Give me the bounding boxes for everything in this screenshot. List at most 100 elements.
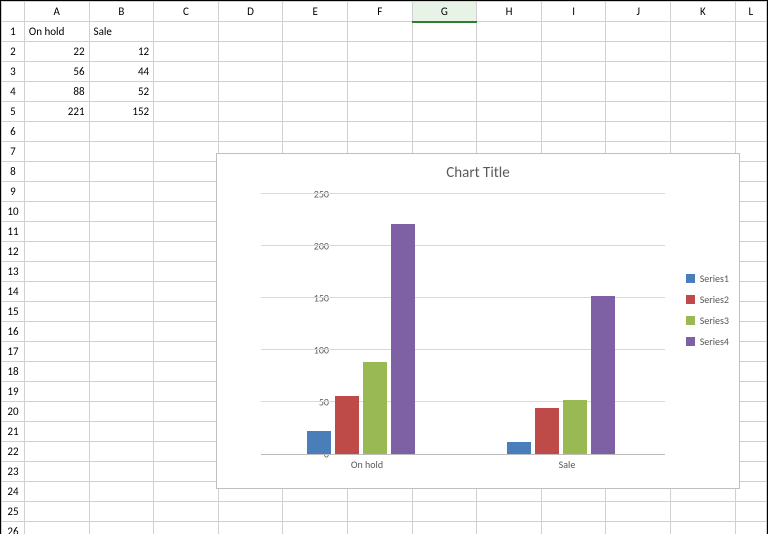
- cell-F6[interactable]: [347, 122, 412, 142]
- cell-A10[interactable]: [24, 202, 89, 222]
- cell-L6[interactable]: [735, 122, 766, 142]
- cell-E6[interactable]: [283, 122, 348, 142]
- legend-item-series1[interactable]: Series1: [686, 272, 729, 285]
- cell-L3[interactable]: [735, 62, 766, 82]
- cell-J26[interactable]: [606, 522, 671, 534]
- cell-H25[interactable]: [477, 502, 542, 522]
- bar-series4-sale[interactable]: [591, 296, 615, 454]
- cell-I4[interactable]: [541, 82, 606, 102]
- cell-B10[interactable]: [89, 202, 154, 222]
- cell-K1[interactable]: [671, 22, 736, 42]
- row-header-21[interactable]: 21: [2, 422, 25, 442]
- cell-H6[interactable]: [477, 122, 542, 142]
- cell-B9[interactable]: [89, 182, 154, 202]
- cell-J5[interactable]: [606, 102, 671, 122]
- cell-I3[interactable]: [541, 62, 606, 82]
- row-header-13[interactable]: 13: [2, 262, 25, 282]
- bar-series1-sale[interactable]: [507, 442, 531, 454]
- cell-H2[interactable]: [477, 42, 542, 62]
- cell-I26[interactable]: [541, 522, 606, 534]
- cell-A23[interactable]: [24, 462, 89, 482]
- cell-E3[interactable]: [283, 62, 348, 82]
- cell-G1[interactable]: [412, 22, 477, 42]
- cell-J25[interactable]: [606, 502, 671, 522]
- cell-A25[interactable]: [24, 502, 89, 522]
- row-header-11[interactable]: 11: [2, 222, 25, 242]
- cell-K6[interactable]: [671, 122, 736, 142]
- cell-H26[interactable]: [477, 522, 542, 534]
- col-header-K[interactable]: K: [671, 2, 736, 22]
- cell-G2[interactable]: [412, 42, 477, 62]
- cell-G4[interactable]: [412, 82, 477, 102]
- row-header-1[interactable]: 1: [2, 22, 25, 42]
- cell-C1[interactable]: [154, 22, 219, 42]
- cell-H5[interactable]: [477, 102, 542, 122]
- cell-C19[interactable]: [154, 382, 219, 402]
- chart-plot-area[interactable]: [261, 194, 665, 455]
- cell-J4[interactable]: [606, 82, 671, 102]
- cell-B8[interactable]: [89, 162, 154, 182]
- cell-B21[interactable]: [89, 422, 154, 442]
- cell-E5[interactable]: [283, 102, 348, 122]
- cell-A14[interactable]: [24, 282, 89, 302]
- row-header-3[interactable]: 3: [2, 62, 25, 82]
- cell-A18[interactable]: [24, 362, 89, 382]
- cell-A5[interactable]: 221: [24, 102, 89, 122]
- legend-item-series2[interactable]: Series2: [686, 293, 729, 306]
- cell-G5[interactable]: [412, 102, 477, 122]
- cell-L5[interactable]: [735, 102, 766, 122]
- cell-C3[interactable]: [154, 62, 219, 82]
- row-header-20[interactable]: 20: [2, 402, 25, 422]
- cell-A6[interactable]: [24, 122, 89, 142]
- col-header-J[interactable]: J: [606, 2, 671, 22]
- cell-C4[interactable]: [154, 82, 219, 102]
- legend-item-series3[interactable]: Series3: [686, 314, 729, 327]
- cell-C7[interactable]: [154, 142, 219, 162]
- cell-C25[interactable]: [154, 502, 219, 522]
- bar-series2-sale[interactable]: [535, 408, 559, 454]
- cell-D1[interactable]: [218, 22, 283, 42]
- row-header-16[interactable]: 16: [2, 322, 25, 342]
- cell-I6[interactable]: [541, 122, 606, 142]
- bar-series2-on-hold[interactable]: [335, 396, 359, 454]
- row-header-14[interactable]: 14: [2, 282, 25, 302]
- cell-A9[interactable]: [24, 182, 89, 202]
- col-header-A[interactable]: A: [24, 2, 89, 22]
- col-header-C[interactable]: C: [154, 2, 219, 22]
- col-header-D[interactable]: D: [218, 2, 283, 22]
- col-header-F[interactable]: F: [347, 2, 412, 22]
- row-header-9[interactable]: 9: [2, 182, 25, 202]
- cell-A17[interactable]: [24, 342, 89, 362]
- cell-C23[interactable]: [154, 462, 219, 482]
- cell-H4[interactable]: [477, 82, 542, 102]
- cell-L4[interactable]: [735, 82, 766, 102]
- cell-A26[interactable]: [24, 522, 89, 534]
- cell-B24[interactable]: [89, 482, 154, 502]
- cell-E25[interactable]: [283, 502, 348, 522]
- row-header-5[interactable]: 5: [2, 102, 25, 122]
- cell-J1[interactable]: [606, 22, 671, 42]
- cell-C22[interactable]: [154, 442, 219, 462]
- cell-D5[interactable]: [218, 102, 283, 122]
- cell-K25[interactable]: [671, 502, 736, 522]
- row-header-4[interactable]: 4: [2, 82, 25, 102]
- cell-C15[interactable]: [154, 302, 219, 322]
- cell-B18[interactable]: [89, 362, 154, 382]
- cell-F25[interactable]: [347, 502, 412, 522]
- cell-A24[interactable]: [24, 482, 89, 502]
- cell-G3[interactable]: [412, 62, 477, 82]
- cell-L1[interactable]: [735, 22, 766, 42]
- row-header-25[interactable]: 25: [2, 502, 25, 522]
- cell-K5[interactable]: [671, 102, 736, 122]
- chart-legend[interactable]: Series1 Series2 Series3 Series4: [686, 264, 729, 356]
- cell-C8[interactable]: [154, 162, 219, 182]
- cell-C20[interactable]: [154, 402, 219, 422]
- cell-D25[interactable]: [218, 502, 283, 522]
- cell-C21[interactable]: [154, 422, 219, 442]
- cell-A19[interactable]: [24, 382, 89, 402]
- cell-H3[interactable]: [477, 62, 542, 82]
- row-header-2[interactable]: 2: [2, 42, 25, 62]
- cell-A15[interactable]: [24, 302, 89, 322]
- row-header-10[interactable]: 10: [2, 202, 25, 222]
- col-header-E[interactable]: E: [283, 2, 348, 22]
